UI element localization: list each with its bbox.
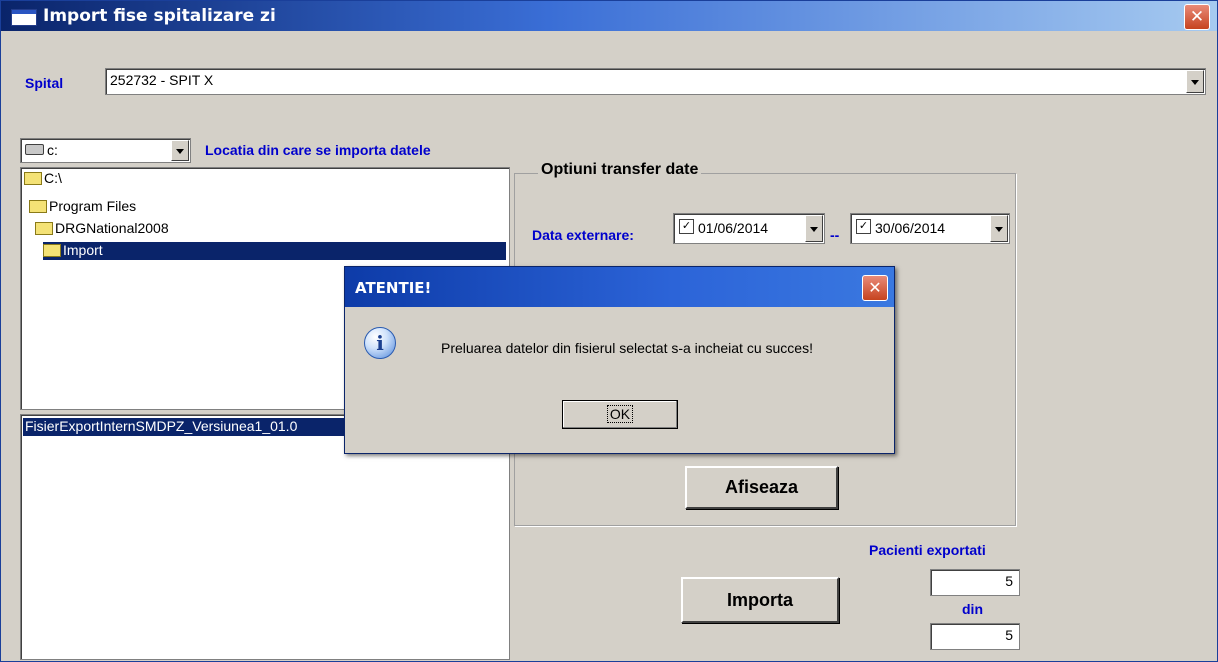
dialog-close-button[interactable]: ✕ (862, 275, 888, 301)
date-from-picker[interactable]: ✓ 01/06/2014 (673, 213, 825, 244)
dialog-title: ATENTIE! (355, 279, 432, 297)
exported-count-field[interactable]: 5 (930, 569, 1020, 596)
data-externare-label: Data externare: (532, 227, 634, 243)
afiseaza-button[interactable]: Afiseaza (685, 466, 838, 509)
chevron-down-icon[interactable] (990, 215, 1008, 242)
importa-button[interactable]: Importa (681, 577, 839, 623)
folder-label: DRGNational2008 (55, 220, 169, 236)
alert-dialog: ATENTIE! ✕ i Preluarea datelor din fisie… (344, 266, 895, 454)
folder-item-root[interactable]: C:\ (24, 170, 62, 188)
chevron-down-icon[interactable] (1186, 70, 1204, 93)
pacienti-exportati-label: Pacienti exportati (869, 542, 986, 558)
window-icon (11, 9, 37, 26)
folder-label: Program Files (49, 198, 137, 214)
open-folder-icon (43, 243, 61, 257)
open-folder-icon (35, 221, 53, 235)
ok-button-label: OK (606, 405, 634, 423)
window-close-button[interactable]: ✕ (1184, 4, 1210, 30)
folder-item-program-files[interactable]: Program Files (29, 198, 136, 216)
drive-dropdown[interactable]: c: (20, 138, 191, 163)
date-separator: -- (830, 227, 840, 243)
folder-label: Import (63, 242, 103, 258)
drive-value: c: (47, 142, 58, 158)
folder-item-drgnational2008[interactable]: DRGNational2008 (35, 220, 169, 238)
date-from-value: 01/06/2014 (698, 220, 769, 236)
dialog-title-bar: ATENTIE! ✕ (345, 267, 894, 307)
options-group-label: Optiuni transfer date (538, 161, 702, 179)
open-folder-icon (24, 171, 42, 185)
date-to-picker[interactable]: ✓ 30/06/2014 (850, 213, 1010, 244)
folder-label: C:\ (44, 170, 62, 186)
open-folder-icon (29, 199, 47, 213)
dialog-message: Preluarea datelor din fisierul selectat … (441, 340, 813, 356)
info-icon: i (364, 327, 396, 359)
window-title: Import fise spitalizare zi (43, 6, 276, 26)
date-from-checkbox[interactable]: ✓ (679, 219, 694, 234)
din-label: din (962, 601, 983, 617)
location-label: Locatia din care se importa datele (205, 142, 431, 158)
total-count-field[interactable]: 5 (930, 623, 1020, 650)
chevron-down-icon[interactable] (805, 215, 823, 242)
date-to-checkbox[interactable]: ✓ (856, 219, 871, 234)
ok-button[interactable]: OK (562, 400, 678, 429)
import-window: Import fise spitalizare zi ✕ Spital 2527… (0, 0, 1218, 662)
title-bar: Import fise spitalizare zi ✕ (1, 1, 1217, 31)
spital-label: Spital (25, 75, 64, 91)
folder-item-import[interactable]: Import (43, 242, 506, 260)
spital-dropdown[interactable]: 252732 - SPIT X (105, 68, 1206, 95)
chevron-down-icon[interactable] (171, 140, 189, 161)
spital-value: 252732 - SPIT X (110, 72, 214, 88)
date-to-value: 30/06/2014 (875, 220, 946, 236)
drive-icon (25, 144, 44, 155)
